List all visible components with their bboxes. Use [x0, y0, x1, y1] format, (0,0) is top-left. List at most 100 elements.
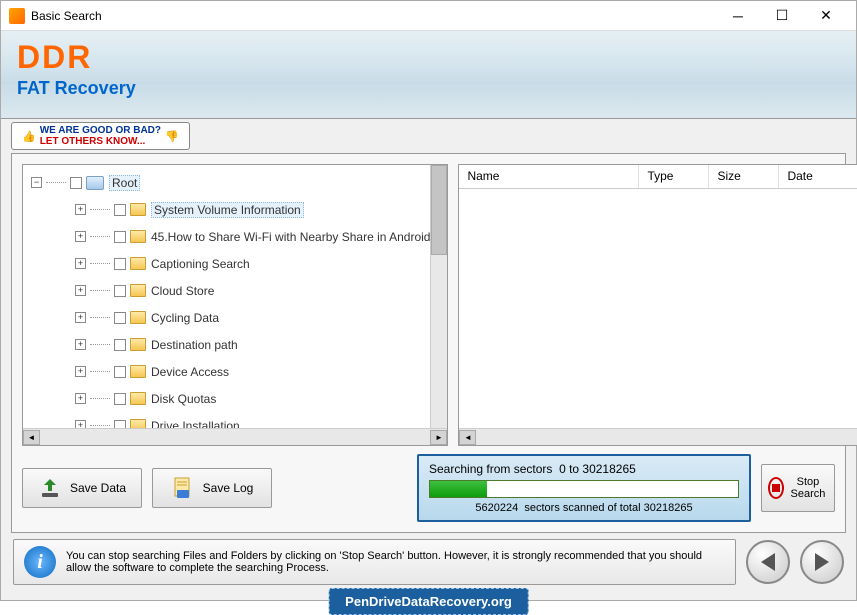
checkbox[interactable]	[114, 258, 126, 270]
info-box: i You can stop searching Files and Folde…	[13, 539, 736, 585]
scroll-right-icon[interactable]: ►	[430, 430, 447, 445]
list-hscrollbar[interactable]: ◄ ►	[459, 428, 857, 445]
tree-item[interactable]: + Destination path	[23, 331, 430, 358]
titlebar: Basic Search ─ ☐ ✕	[1, 1, 856, 31]
close-button[interactable]: ✕	[804, 2, 848, 30]
expand-icon[interactable]: +	[75, 231, 86, 242]
list-body	[459, 189, 857, 428]
tree-item[interactable]: + Captioning Search	[23, 250, 430, 277]
expand-icon[interactable]: +	[75, 366, 86, 377]
expand-icon[interactable]: +	[75, 339, 86, 350]
app-window: Basic Search ─ ☐ ✕ DDR FAT Recovery 👍 WE…	[0, 0, 857, 601]
window-title: Basic Search	[31, 9, 716, 23]
drive-icon	[86, 176, 104, 190]
save-data-label: Save Data	[70, 481, 126, 495]
arrow-right-icon	[815, 553, 829, 571]
footer: i You can stop searching Files and Folde…	[11, 539, 846, 585]
feedback-line2: LET OTHERS KNOW...	[40, 136, 146, 147]
folder-icon	[130, 230, 146, 243]
logo-text: DDR	[17, 39, 840, 76]
expand-icon[interactable]: +	[75, 393, 86, 404]
minimize-button[interactable]: ─	[716, 2, 760, 30]
stop-search-button[interactable]: Stop Search	[761, 464, 835, 512]
tree-panel: − Root + System Volume Information +45.How…	[22, 164, 448, 446]
checkbox[interactable]	[114, 366, 126, 378]
expand-icon[interactable]: +	[75, 420, 86, 428]
save-log-label: Save Log	[203, 481, 254, 495]
column-header[interactable]: Date	[779, 165, 857, 188]
save-log-icon	[171, 476, 195, 500]
folder-icon	[130, 419, 146, 428]
save-log-button[interactable]: Save Log	[152, 468, 272, 508]
info-text: You can stop searching Files and Folders…	[66, 550, 725, 574]
checkbox[interactable]	[114, 204, 126, 216]
folder-tree[interactable]: − Root + System Volume Information +45.How…	[23, 165, 430, 428]
tree-root[interactable]: − Root	[23, 169, 430, 196]
checkbox[interactable]	[114, 231, 126, 243]
progress-status: 5620224 sectors scanned of total 3021826…	[429, 502, 739, 514]
column-header[interactable]: Name	[459, 165, 639, 188]
checkbox[interactable]	[70, 177, 82, 189]
tree-hscrollbar[interactable]: ◄ ►	[23, 428, 447, 445]
tree-vscrollbar[interactable]	[430, 165, 447, 428]
feedback-bar: 👍 WE ARE GOOD OR BAD? LET OTHERS KNOW...…	[11, 125, 846, 147]
stop-search-label: Stop Search	[788, 476, 828, 500]
url-badge[interactable]: PenDriveDataRecovery.org	[328, 588, 529, 615]
tree-item-label: Device Access	[151, 365, 229, 379]
tree-root-label: Root	[109, 175, 140, 191]
expand-icon[interactable]: +	[75, 204, 86, 215]
progress-box: Searching from sectors 0 to 30218265 562…	[417, 454, 751, 522]
tree-item[interactable]: + Disk Quotas	[23, 385, 430, 412]
next-button[interactable]	[800, 540, 844, 584]
content-area: 👍 WE ARE GOOD OR BAD? LET OTHERS KNOW...…	[1, 119, 856, 600]
tree-item-label: Cycling Data	[151, 311, 219, 325]
progress-bar	[429, 480, 739, 498]
tree-item-label: Drive Installation	[151, 419, 240, 429]
folder-icon	[130, 311, 146, 324]
expand-icon[interactable]: +	[75, 285, 86, 296]
tree-item[interactable]: + System Volume Information	[23, 196, 430, 223]
scroll-left-icon[interactable]: ◄	[459, 430, 476, 445]
checkbox[interactable]	[114, 312, 126, 324]
folder-icon	[130, 365, 146, 378]
checkbox[interactable]	[114, 420, 126, 429]
checkbox[interactable]	[114, 393, 126, 405]
expand-icon[interactable]: +	[75, 312, 86, 323]
tree-item[interactable]: +45.How to Share Wi-Fi with Nearby Share…	[23, 223, 430, 250]
main-panel: − Root + System Volume Information +45.How…	[11, 153, 846, 533]
thumbs-up-icon: 👍	[22, 130, 36, 143]
tree-item-label: Disk Quotas	[151, 392, 216, 406]
feedback-link[interactable]: 👍 WE ARE GOOD OR BAD? LET OTHERS KNOW...…	[11, 122, 190, 150]
tree-item[interactable]: + Cloud Store	[23, 277, 430, 304]
checkbox[interactable]	[114, 339, 126, 351]
banner: DDR FAT Recovery	[1, 31, 856, 119]
app-icon	[9, 8, 25, 24]
progress-fill	[430, 481, 487, 497]
column-header[interactable]: Size	[709, 165, 779, 188]
stop-icon	[768, 477, 784, 499]
file-list-panel: NameTypeSizeDateTime ◄ ►	[458, 164, 857, 446]
checkbox[interactable]	[114, 285, 126, 297]
tree-item-label: 45.How to Share Wi-Fi with Nearby Share …	[151, 230, 430, 244]
prev-button[interactable]	[746, 540, 790, 584]
tree-item[interactable]: + Cycling Data	[23, 304, 430, 331]
tree-item[interactable]: + Device Access	[23, 358, 430, 385]
feedback-line1: WE ARE GOOD OR BAD?	[40, 125, 161, 136]
panels-row: − Root + System Volume Information +45.How…	[22, 164, 835, 446]
expand-icon[interactable]: +	[75, 258, 86, 269]
scroll-left-icon[interactable]: ◄	[23, 430, 40, 445]
collapse-icon[interactable]: −	[31, 177, 42, 188]
maximize-button[interactable]: ☐	[760, 2, 804, 30]
tree-item-label: Cloud Store	[151, 284, 214, 298]
action-row: Save Data Save Log Searching from sector…	[22, 454, 835, 522]
save-data-button[interactable]: Save Data	[22, 468, 142, 508]
tree-item[interactable]: + Drive Installation	[23, 412, 430, 428]
folder-icon	[130, 284, 146, 297]
tree-item-label: Captioning Search	[151, 257, 250, 271]
tree-item-label: System Volume Information	[151, 202, 304, 218]
thumbs-down-icon: 👎	[165, 130, 179, 143]
arrow-left-icon	[761, 553, 775, 571]
tree-item-label: Destination path	[151, 338, 238, 352]
folder-icon	[130, 257, 146, 270]
column-header[interactable]: Type	[639, 165, 709, 188]
